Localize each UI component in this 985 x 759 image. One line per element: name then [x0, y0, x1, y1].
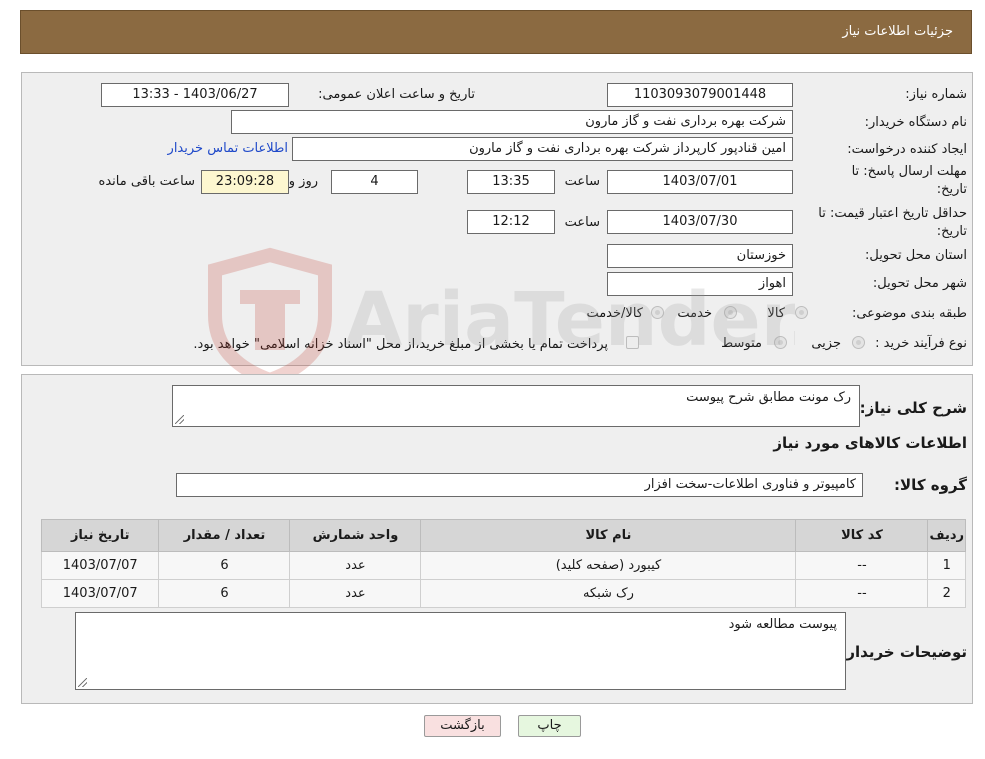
- remaining-time-field: 23:09:28: [201, 170, 289, 194]
- col-unit: واحد شمارش: [289, 519, 422, 552]
- days-label: روز و: [288, 174, 318, 189]
- need-number-field: 1103093079001448: [607, 83, 793, 107]
- deadline-label-1: مهلت ارسال پاسخ: تا: [851, 164, 967, 179]
- buyer-notes-field: پیوست مطالعه شود: [75, 612, 846, 690]
- col-row: ردیف: [927, 519, 966, 552]
- province-label: استان محل تحویل:: [865, 248, 967, 263]
- col-name: نام کالا: [420, 519, 797, 552]
- deadline-time-label: ساعت: [564, 174, 600, 189]
- deadline-date-field: 1403/07/01: [607, 170, 793, 194]
- buyer-org-label: نام دستگاه خریدار:: [864, 115, 967, 130]
- cell-name: کیبورد (صفحه کلید): [420, 551, 797, 580]
- col-date: تاریخ نیاز: [40, 519, 160, 552]
- announce-field: 1403/06/27 - 13:33: [101, 83, 289, 107]
- buyer-notes-label: توضیحات خریدار:: [840, 643, 967, 661]
- validity-label-1: حداقل تاریخ اعتبار قیمت: تا: [818, 206, 967, 221]
- goods-group-label: گروه کالا:: [894, 476, 967, 494]
- cell-unit: عدد: [289, 579, 422, 608]
- need-number-label: شماره نیاز:: [905, 87, 967, 102]
- remaining-label: ساعت باقی مانده: [98, 174, 195, 189]
- category-option-goods: کالا: [767, 306, 785, 321]
- cell-date: 1403/07/07: [40, 579, 160, 608]
- cell-name: رک شبکه: [420, 579, 797, 608]
- validity-label-2: تاریخ:: [936, 224, 967, 239]
- col-code: کد کالا: [795, 519, 929, 552]
- resize-grip-icon[interactable]: [175, 415, 184, 424]
- buyer-org-field: شرکت بهره برداری نفت و گاز مارون: [231, 110, 793, 134]
- creator-label: ایجاد کننده درخواست:: [847, 142, 967, 157]
- cell-code: --: [795, 579, 929, 608]
- table-row: 2 -- رک شبکه عدد 6 1403/07/07: [40, 579, 966, 608]
- category-label: طبقه بندی موضوعی:: [851, 306, 967, 321]
- process-label: نوع فرآیند خرید :: [875, 336, 967, 351]
- table-header-row: ردیف کد کالا نام کالا واحد شمارش تعداد /…: [40, 519, 966, 552]
- table-row: 1 -- کیبورد (صفحه کلید) عدد 6 1403/07/07: [40, 551, 966, 580]
- deadline-label-2: تاریخ:: [936, 182, 967, 197]
- deadline-time-field: 13:35: [467, 170, 555, 194]
- cell-date: 1403/07/07: [40, 551, 160, 580]
- category-radio-goods[interactable]: [795, 306, 808, 319]
- cell-qty: 6: [158, 551, 291, 580]
- cell-row: 1: [927, 551, 966, 580]
- process-radio-minor[interactable]: [852, 336, 865, 349]
- page-title: جزئیات اطلاعات نیاز: [842, 24, 953, 39]
- general-desc-label: شرح کلی نیاز:: [859, 399, 967, 417]
- category-option-goods-service: کالا/خدمت: [586, 306, 643, 321]
- announce-label: تاریخ و ساعت اعلان عمومی:: [318, 87, 475, 102]
- treasury-payment-checkbox[interactable]: [626, 336, 639, 349]
- goods-info-title: اطلاعات کالاهای مورد نیاز: [773, 434, 967, 452]
- col-qty: تعداد / مقدار: [158, 519, 291, 552]
- buyer-notes-text: پیوست مطالعه شود: [728, 617, 837, 632]
- resize-grip-icon[interactable]: [78, 678, 87, 687]
- validity-time-label: ساعت: [564, 215, 600, 230]
- creator-field: امین قنادپور کارپرداز شرکت بهره برداری ن…: [292, 137, 793, 161]
- buyer-contact-link[interactable]: اطلاعات تماس خریدار: [168, 141, 288, 156]
- days-field: 4: [331, 170, 418, 194]
- cell-unit: عدد: [289, 551, 422, 580]
- city-field: اهواز: [607, 272, 793, 296]
- general-desc-field: رک مونت مطابق شرح پیوست: [172, 385, 860, 427]
- goods-group-field: کامپیوتر و فناوری اطلاعات-سخت افزار: [176, 473, 863, 497]
- city-label: شهر محل تحویل:: [872, 276, 967, 291]
- page-header: جزئیات اطلاعات نیاز: [20, 10, 972, 54]
- print-button[interactable]: چاپ: [518, 715, 581, 737]
- process-option-medium: متوسط: [721, 336, 762, 351]
- category-radio-goods-service[interactable]: [651, 306, 664, 319]
- process-option-minor: جزیی: [811, 336, 841, 351]
- cell-code: --: [795, 551, 929, 580]
- process-radio-medium[interactable]: [774, 336, 787, 349]
- cell-row: 2: [927, 579, 966, 608]
- back-button[interactable]: بازگشت: [424, 715, 501, 737]
- cell-qty: 6: [158, 579, 291, 608]
- validity-time-field: 12:12: [467, 210, 555, 234]
- payment-note: پرداخت تمام یا بخشی از مبلغ خرید،از محل …: [193, 337, 608, 352]
- category-option-service: خدمت: [677, 306, 712, 321]
- general-desc-text: رک مونت مطابق شرح پیوست: [686, 390, 851, 405]
- category-radio-service[interactable]: [724, 306, 737, 319]
- goods-table: ردیف کد کالا نام کالا واحد شمارش تعداد /…: [40, 519, 966, 608]
- validity-date-field: 1403/07/30: [607, 210, 793, 234]
- province-field: خوزستان: [607, 244, 793, 268]
